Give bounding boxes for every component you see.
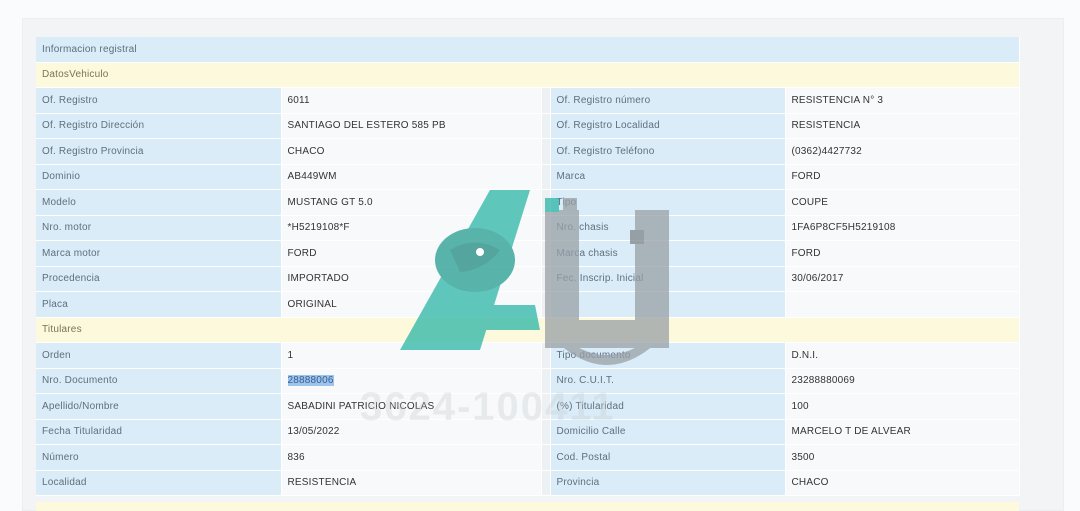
field-value: RESISTENCIA: [281, 470, 542, 496]
field-value: 23288880069: [785, 368, 1020, 394]
field-label: Of. Registro Dirección: [36, 113, 282, 139]
table-row: Dominio AB449WM Marca FORD: [36, 164, 1020, 190]
field-label: Nro. motor: [36, 215, 282, 241]
table-row: Orden 1 Tipo documento D.N.I.: [36, 342, 1020, 369]
field-value: RESISTENCIA: [785, 113, 1020, 139]
field-value: AB449WM: [281, 164, 542, 190]
field-label: Localidad: [36, 470, 282, 496]
table-row: Marca motor FORD Marca chasis FORD: [36, 240, 1020, 267]
field-label: Marca: [550, 164, 786, 190]
field-label: Fecha Titularidad: [36, 419, 282, 445]
field-value: [785, 291, 1020, 318]
field-value: CHACO: [785, 470, 1020, 496]
column-separator: [541, 240, 551, 267]
column-separator: [541, 189, 551, 216]
field-value: MARCELO T DE ALVEAR: [785, 419, 1020, 445]
section-row-titulares: Titulares: [36, 317, 1020, 343]
field-value: D.N.I.: [785, 342, 1020, 369]
table-row: Procedencia IMPORTADO Fec. Inscrip. Inic…: [36, 266, 1020, 292]
field-label: Fec. Inscrip. Inicial: [550, 266, 786, 292]
column-separator: [541, 87, 551, 114]
field-label: Procedencia: [36, 266, 282, 292]
field-value: IMPORTADO: [281, 266, 542, 292]
table-row: Nro. motor *H5219108*F Nro. chasis 1FA6P…: [36, 215, 1020, 241]
field-label: Tipo documento: [550, 342, 786, 369]
field-value: 1FA6P8CF5H5219108: [785, 215, 1020, 241]
table-row: Localidad RESISTENCIA Provincia CHACO: [36, 470, 1020, 496]
field-value: 3500: [785, 444, 1020, 471]
column-separator: [541, 164, 551, 190]
field-value: 1: [281, 342, 542, 369]
field-label: Orden: [36, 342, 282, 369]
field-value: (0362)4427732: [785, 138, 1020, 165]
field-label: Nro. chasis: [550, 215, 786, 241]
table-row: Placa ORIGINAL: [36, 291, 1020, 318]
field-value: 100: [785, 393, 1020, 420]
field-label: Modelo: [36, 189, 282, 216]
field-value: 30/06/2017: [785, 266, 1020, 292]
field-label: Cod. Postal: [550, 444, 786, 471]
field-value: 6011: [281, 87, 542, 114]
field-value: ORIGINAL: [281, 291, 542, 318]
field-value: COUPE: [785, 189, 1020, 216]
field-value: SANTIAGO DEL ESTERO 585 PB: [281, 113, 542, 139]
table-row: Modelo MUSTANG GT 5.0 Tipo COUPE: [36, 189, 1020, 216]
field-label: Placa: [36, 291, 282, 318]
field-label: Of. Registro Provincia: [36, 138, 282, 165]
section-row-vehiculo: DatosVehiculo: [36, 62, 1020, 88]
column-separator: [541, 113, 551, 139]
field-label: Of. Registro Teléfono: [550, 138, 786, 165]
field-label: Número: [36, 444, 282, 471]
column-separator: [541, 342, 551, 369]
field-label: Tipo: [550, 189, 786, 216]
field-value: CHACO: [281, 138, 542, 165]
column-separator: [541, 266, 551, 292]
registry-header-row: Informacion registral: [36, 37, 1020, 63]
field-value: FORD: [281, 240, 542, 267]
field-value: 836: [281, 444, 542, 471]
field-label: Of. Registro Localidad: [550, 113, 786, 139]
column-separator: [541, 444, 551, 471]
field-label: Marca chasis: [550, 240, 786, 267]
field-label: [550, 291, 786, 318]
watermark-phone-text: 3624-100411: [360, 385, 616, 429]
field-label: Marca motor: [36, 240, 282, 267]
field-label: Of. Registro número: [550, 87, 786, 114]
column-separator: [541, 291, 551, 318]
table-row: Of. Registro Dirección SANTIAGO DEL ESTE…: [36, 113, 1020, 139]
table-row: Of. Registro Provincia CHACO Of. Registr…: [36, 138, 1020, 165]
field-label: Nro. Documento: [36, 368, 282, 394]
field-label: Of. Registro: [36, 87, 282, 114]
section-title-vehiculo: DatosVehiculo: [36, 62, 1020, 88]
field-value: MUSTANG GT 5.0: [281, 189, 542, 216]
column-separator: [541, 215, 551, 241]
selected-text-document-number[interactable]: 28888006: [287, 375, 334, 387]
field-value: *H5219108*F: [281, 215, 542, 241]
section-title-titulares: Titulares: [36, 317, 1020, 343]
field-label: Provincia: [550, 470, 786, 496]
field-label: Apellido/Nombre: [36, 393, 282, 420]
column-separator: [541, 138, 551, 165]
registry-title: Informacion registral: [36, 37, 1020, 63]
field-value: FORD: [785, 164, 1020, 190]
section-row-footer: [36, 502, 1019, 511]
field-value: RESISTENCIA N° 3: [785, 87, 1020, 114]
table-row: Número 836 Cod. Postal 3500: [36, 444, 1020, 471]
table-row: Of. Registro 6011 Of. Registro número RE…: [36, 87, 1020, 114]
field-value: FORD: [785, 240, 1020, 267]
column-separator: [541, 470, 551, 496]
field-label: Dominio: [36, 164, 282, 190]
